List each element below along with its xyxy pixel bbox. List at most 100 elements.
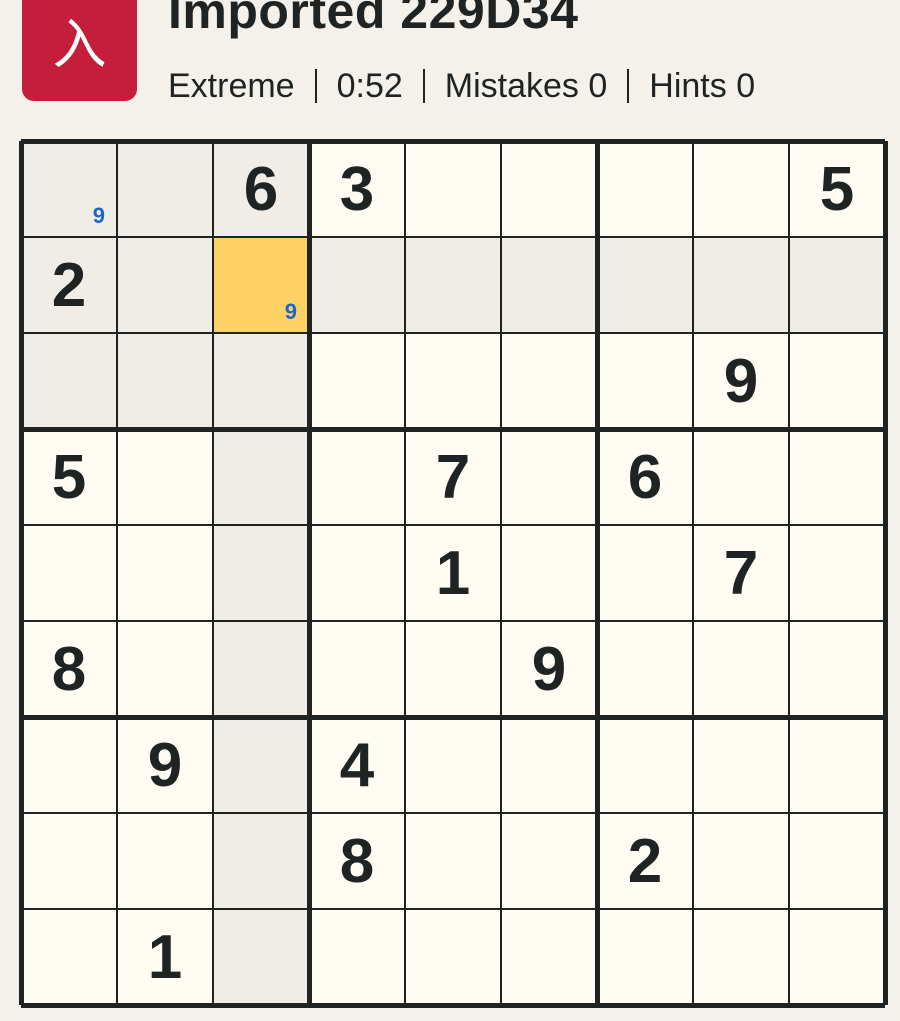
sudoku-cell[interactable] xyxy=(789,621,885,717)
app-logo[interactable]: 入 xyxy=(22,0,137,101)
sudoku-cell[interactable] xyxy=(213,333,309,429)
sudoku-cell[interactable] xyxy=(21,909,117,1005)
given-digit: 5 xyxy=(51,442,87,512)
sudoku-cell[interactable] xyxy=(405,237,501,333)
sudoku-cell[interactable] xyxy=(597,141,693,237)
sudoku-cell[interactable] xyxy=(309,621,405,717)
sudoku-cell[interactable] xyxy=(693,141,789,237)
sudoku-cell[interactable]: 9 xyxy=(21,141,117,237)
sudoku-cell[interactable] xyxy=(213,717,309,813)
sudoku-cell[interactable] xyxy=(789,909,885,1005)
given-digit: 8 xyxy=(339,826,375,896)
sudoku-board: 9635299576178994821 xyxy=(18,138,888,1021)
given-digit: 9 xyxy=(147,730,183,800)
sudoku-cell[interactable] xyxy=(501,525,597,621)
sudoku-cell[interactable]: 4 xyxy=(309,717,405,813)
sudoku-cell[interactable] xyxy=(117,141,213,237)
sudoku-cell[interactable] xyxy=(405,333,501,429)
sudoku-cell[interactable]: 9 xyxy=(213,237,309,333)
sudoku-cell[interactable] xyxy=(405,813,501,909)
sudoku-cell[interactable] xyxy=(405,621,501,717)
sudoku-cell[interactable] xyxy=(597,621,693,717)
sudoku-cell[interactable]: 8 xyxy=(21,621,117,717)
sudoku-cell[interactable] xyxy=(693,813,789,909)
difficulty-label: Extreme xyxy=(168,66,295,105)
given-digit: 4 xyxy=(339,730,375,800)
sudoku-cell[interactable]: 7 xyxy=(693,525,789,621)
sudoku-cell[interactable] xyxy=(597,237,693,333)
sudoku-cell[interactable]: 6 xyxy=(213,141,309,237)
status-divider xyxy=(314,69,317,103)
sudoku-cell[interactable] xyxy=(501,813,597,909)
sudoku-cell[interactable]: 5 xyxy=(789,141,885,237)
sudoku-cell[interactable]: 7 xyxy=(405,429,501,525)
sudoku-cell[interactable]: 1 xyxy=(405,525,501,621)
sudoku-cell[interactable] xyxy=(693,237,789,333)
sudoku-cell[interactable] xyxy=(117,333,213,429)
sudoku-cell[interactable] xyxy=(501,333,597,429)
given-digit: 6 xyxy=(627,442,663,512)
sudoku-cell[interactable] xyxy=(309,525,405,621)
sudoku-cell[interactable]: 2 xyxy=(21,237,117,333)
sudoku-cell[interactable]: 2 xyxy=(597,813,693,909)
sudoku-cell[interactable] xyxy=(789,717,885,813)
sudoku-cell[interactable] xyxy=(597,909,693,1005)
sudoku-cell[interactable] xyxy=(117,429,213,525)
sudoku-cell[interactable] xyxy=(117,237,213,333)
sudoku-cell[interactable] xyxy=(597,525,693,621)
sudoku-cell[interactable] xyxy=(405,141,501,237)
sudoku-cell[interactable] xyxy=(213,813,309,909)
sudoku-cell[interactable] xyxy=(213,525,309,621)
sudoku-cell[interactable] xyxy=(789,813,885,909)
sudoku-cell[interactable] xyxy=(405,717,501,813)
sudoku-cell[interactable]: 6 xyxy=(597,429,693,525)
sudoku-cell[interactable] xyxy=(309,429,405,525)
sudoku-cell[interactable] xyxy=(501,141,597,237)
sudoku-cell[interactable] xyxy=(597,333,693,429)
sudoku-cell[interactable] xyxy=(21,525,117,621)
sudoku-cell[interactable] xyxy=(309,333,405,429)
mistakes-counter: Mistakes 0 xyxy=(444,66,608,105)
sudoku-cell[interactable] xyxy=(501,237,597,333)
sudoku-cell[interactable]: 8 xyxy=(309,813,405,909)
sudoku-cell[interactable] xyxy=(789,525,885,621)
pencil-note: 9 xyxy=(284,299,297,324)
timer-readout: 0:52 xyxy=(336,66,403,105)
sudoku-cell[interactable] xyxy=(117,813,213,909)
given-digit: 3 xyxy=(339,154,375,224)
status-divider xyxy=(422,69,425,103)
sudoku-cell[interactable]: 3 xyxy=(309,141,405,237)
sudoku-cell[interactable] xyxy=(501,717,597,813)
sudoku-cell[interactable] xyxy=(789,237,885,333)
sudoku-cell[interactable] xyxy=(213,909,309,1005)
sudoku-cell[interactable] xyxy=(309,909,405,1005)
sudoku-cell[interactable] xyxy=(117,525,213,621)
sudoku-cell[interactable]: 5 xyxy=(21,429,117,525)
sudoku-cell[interactable] xyxy=(693,429,789,525)
hints-counter: Hints 0 xyxy=(649,66,756,105)
sudoku-cell[interactable]: 9 xyxy=(501,621,597,717)
sudoku-cell[interactable] xyxy=(501,429,597,525)
sudoku-cell[interactable]: 9 xyxy=(693,333,789,429)
sudoku-cell[interactable] xyxy=(309,237,405,333)
game-status-bar: Extreme 0:52 Mistakes 0 Hints 0 xyxy=(168,64,755,108)
sudoku-cell[interactable] xyxy=(213,429,309,525)
sudoku-cell[interactable] xyxy=(789,333,885,429)
given-digit: 1 xyxy=(435,538,471,608)
sudoku-cell[interactable]: 9 xyxy=(117,717,213,813)
sudoku-cell[interactable] xyxy=(213,621,309,717)
sudoku-cell[interactable]: 1 xyxy=(117,909,213,1005)
sudoku-cell[interactable] xyxy=(693,621,789,717)
sudoku-cell[interactable] xyxy=(501,909,597,1005)
sudoku-cell[interactable] xyxy=(789,429,885,525)
sudoku-cell[interactable] xyxy=(405,909,501,1005)
sudoku-cell[interactable] xyxy=(21,717,117,813)
sudoku-cell[interactable] xyxy=(117,621,213,717)
sudoku-cell[interactable] xyxy=(21,333,117,429)
sudoku-cell[interactable] xyxy=(693,909,789,1005)
given-digit: 5 xyxy=(819,154,855,224)
sudoku-cell[interactable] xyxy=(693,717,789,813)
game-header: 入 Imported 229D34 Extreme 0:52 Mistakes … xyxy=(0,0,900,140)
sudoku-cell[interactable] xyxy=(21,813,117,909)
sudoku-cell[interactable] xyxy=(597,717,693,813)
